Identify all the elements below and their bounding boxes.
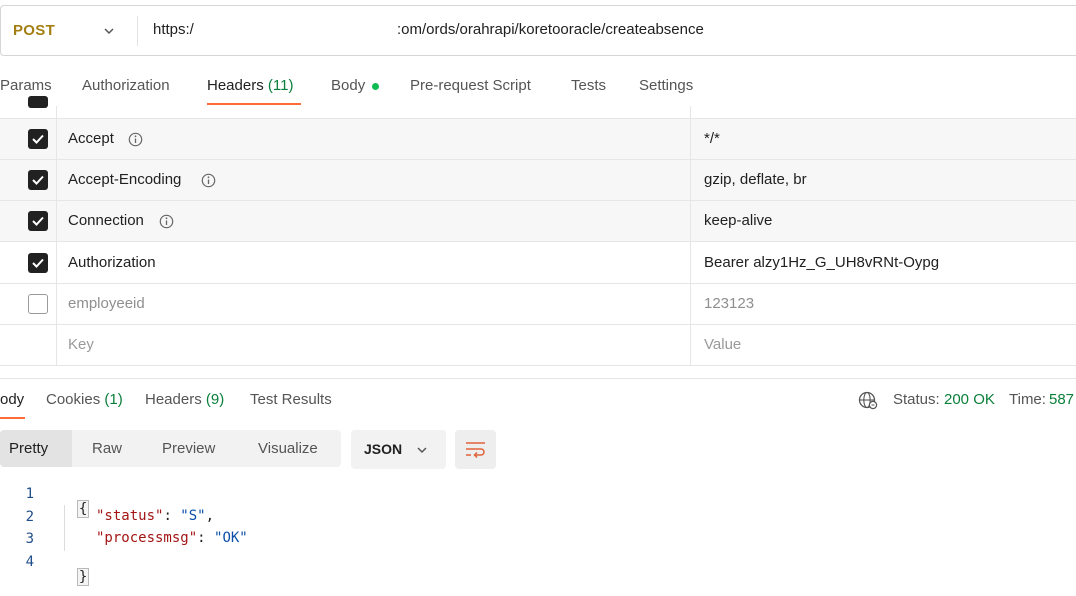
table-row: Accept */* xyxy=(0,119,1076,160)
close-brace: } xyxy=(76,568,90,586)
format-label: JSON xyxy=(364,441,403,457)
checkbox-icon[interactable] xyxy=(28,96,48,108)
header-value[interactable]: */* xyxy=(704,130,720,147)
code-line-2[interactable]: "status": "S", xyxy=(96,508,214,524)
line-number: 4 xyxy=(25,554,34,570)
header-value[interactable]: gzip, deflate, br xyxy=(704,171,807,188)
line-number: 1 xyxy=(25,486,34,502)
header-key[interactable]: Authorization xyxy=(68,254,156,271)
table-row: Authorization Bearer alzy1Hz_G_UH8vRNt-O… xyxy=(0,242,1076,284)
checkbox-accept[interactable] xyxy=(28,129,48,149)
code-line-4[interactable]: } xyxy=(60,553,90,586)
view-pretty-button[interactable]: Pretty xyxy=(9,440,48,457)
tab-test-results[interactable]: Test Results xyxy=(250,391,332,408)
tab-headers-label: Headers xyxy=(207,77,264,94)
tab-cookies-label: Cookies xyxy=(46,391,101,408)
json-value: "OK" xyxy=(214,530,248,546)
tab-tests[interactable]: Tests xyxy=(571,77,606,94)
url-divider xyxy=(137,16,138,46)
url-input-prefix[interactable]: https:/ xyxy=(153,21,194,38)
code-line-1[interactable]: { xyxy=(60,485,90,518)
word-wrap-button[interactable] xyxy=(455,430,496,469)
line-number: 3 xyxy=(25,531,34,547)
header-value[interactable]: keep-alive xyxy=(704,212,772,229)
status-label: Status: xyxy=(893,391,940,408)
checkbox-accept-encoding[interactable] xyxy=(28,170,48,190)
json-value: "S" xyxy=(180,508,206,524)
json-key: "status" xyxy=(96,508,164,524)
view-raw-button[interactable]: Raw xyxy=(92,440,122,457)
tab-body[interactable]: Body xyxy=(331,77,365,94)
tab-params[interactable]: Params xyxy=(0,77,52,94)
status-value[interactable]: 200 OK xyxy=(944,391,995,408)
tab-response-headers-label: Headers xyxy=(145,391,202,408)
view-visualize-button[interactable]: Visualize xyxy=(258,440,318,457)
checkbox-connection[interactable] xyxy=(28,211,48,231)
time-label: Time: xyxy=(1009,391,1046,408)
active-tab-indicator xyxy=(207,103,301,105)
line-number: 2 xyxy=(25,509,34,525)
table-row-new: Key Value xyxy=(0,325,1076,366)
checkbox-employeeid[interactable] xyxy=(28,294,48,314)
tab-response-headers[interactable]: Headers (9) xyxy=(145,391,224,408)
header-value[interactable]: Bearer alzy1Hz_G_UH8vRNt-Oypg xyxy=(704,254,939,271)
code-line-3[interactable]: "processmsg": "OK" xyxy=(96,530,248,546)
chevron-down-icon[interactable] xyxy=(103,25,115,37)
url-input-suffix[interactable]: :om/ords/orahrapi/koretooracle/createabs… xyxy=(397,21,704,38)
table-row: Accept-Encoding gzip, deflate, br xyxy=(0,160,1076,201)
header-value[interactable]: 123123 xyxy=(704,295,754,312)
tab-settings[interactable]: Settings xyxy=(639,77,693,94)
header-key[interactable]: employeeid xyxy=(68,295,145,312)
time-value[interactable]: 587 xyxy=(1049,391,1074,408)
tab-response-body[interactable]: ody xyxy=(0,391,24,408)
header-key[interactable]: Connection xyxy=(68,212,144,229)
table-row: Connection keep-alive xyxy=(0,201,1076,242)
value-input[interactable]: Value xyxy=(704,336,741,353)
checkbox-authorization[interactable] xyxy=(28,253,48,273)
chevron-down-icon xyxy=(417,447,427,454)
column-divider xyxy=(690,106,691,366)
column-divider xyxy=(56,106,57,366)
globe-icon[interactable] xyxy=(858,390,878,410)
tab-authorization[interactable]: Authorization xyxy=(82,77,170,94)
tab-response-headers-count: (9) xyxy=(205,391,225,408)
active-tab-indicator xyxy=(0,417,25,419)
view-preview-button[interactable]: Preview xyxy=(162,440,215,457)
tab-pre-request-script[interactable]: Pre-request Script xyxy=(410,77,531,94)
headers-table: Accept */* Accept-Encoding gzip, deflate… xyxy=(0,96,1076,366)
tab-cookies-count: (1) xyxy=(104,391,123,408)
header-key[interactable]: Accept xyxy=(68,130,114,147)
wrap-lines-icon xyxy=(466,442,485,459)
tab-cookies[interactable]: Cookies (1) xyxy=(46,391,123,408)
info-icon xyxy=(201,173,216,188)
info-icon xyxy=(128,132,143,147)
body-modified-dot xyxy=(372,83,379,90)
tab-headers[interactable]: Headers (11) xyxy=(207,77,293,94)
key-input[interactable]: Key xyxy=(68,336,94,353)
open-brace: { xyxy=(76,500,90,518)
json-key: "processmsg" xyxy=(96,530,198,546)
method-select[interactable]: POST xyxy=(13,22,55,39)
info-icon xyxy=(159,214,174,229)
table-row-hidden xyxy=(0,96,1076,119)
response-divider xyxy=(0,378,1076,379)
tab-headers-count: (11) xyxy=(267,77,294,94)
table-row: employeeid 123123 xyxy=(0,284,1076,325)
header-key[interactable]: Accept-Encoding xyxy=(68,171,181,188)
